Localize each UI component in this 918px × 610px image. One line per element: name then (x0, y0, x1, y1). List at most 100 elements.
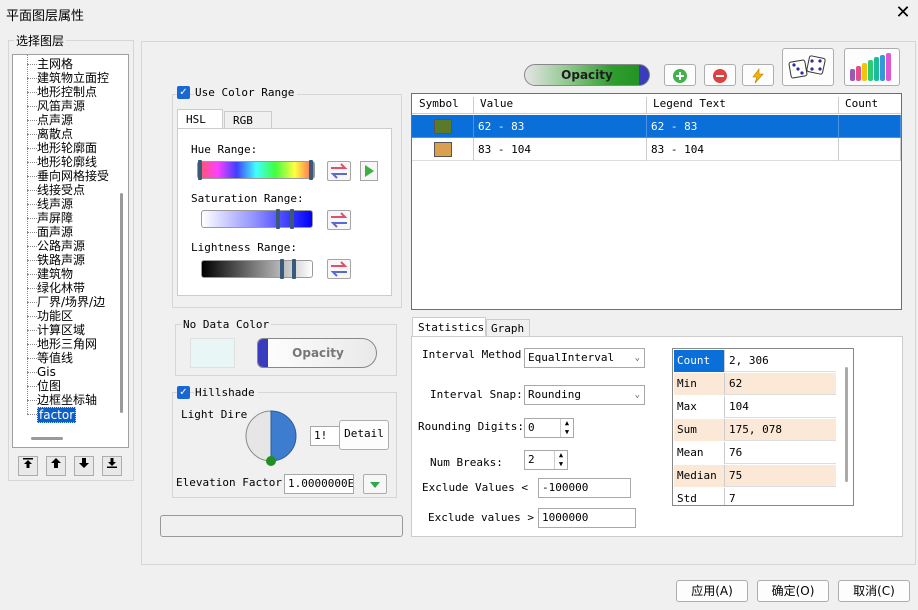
opacity-thumb[interactable] (639, 65, 649, 85)
apply-button[interactable]: 应用(A) (676, 580, 748, 602)
random-colors-button[interactable] (782, 48, 834, 86)
tab-graph[interactable]: Graph (486, 319, 530, 337)
stats-scrollbar-thumb[interactable] (845, 367, 848, 482)
cell-count[interactable] (839, 115, 901, 138)
hue-range-slider[interactable] (197, 160, 315, 180)
layer-list[interactable]: 主网格 建筑物立面控 地形控制点 风笛声源 点声源 离散点 地形轮廓面 地形轮廓线 垂向网格接受… (12, 54, 129, 448)
num-breaks-input[interactable]: 2 ▲ ▼ (524, 450, 568, 470)
exclude-values-lt-input[interactable]: -100000 (538, 478, 631, 498)
layer-item[interactable]: 厂界/场界/边 (37, 295, 105, 309)
move-down-button[interactable] (74, 456, 94, 476)
tree-connector (27, 316, 37, 317)
layer-item[interactable]: 线声源 (37, 197, 73, 211)
layer-item[interactable]: 位图 (37, 379, 61, 393)
elevation-dropdown-button[interactable] (363, 474, 387, 494)
color-ramp-button[interactable] (844, 48, 900, 86)
interval-method-label: Interval Method: (422, 348, 528, 361)
layer-item[interactable]: Gis (37, 365, 56, 379)
tab-rgb[interactable]: RGB (224, 111, 272, 129)
layer-item[interactable]: 声屏障 (37, 211, 73, 225)
add-class-button[interactable] (664, 64, 696, 86)
move-up-button[interactable] (46, 456, 66, 476)
layer-item[interactable]: 公路声源 (37, 239, 85, 253)
layer-item[interactable]: 等值线 (37, 351, 73, 365)
layer-scrollbar[interactable] (116, 55, 128, 447)
close-icon[interactable]: ✕ (892, 2, 914, 24)
layer-item[interactable]: 地形轮廓面 (37, 141, 97, 155)
ok-button[interactable]: 确定(O) (757, 580, 829, 602)
layer-item[interactable]: 线接受点 (37, 183, 85, 197)
detail-button[interactable]: Detail (339, 420, 389, 450)
layer-item[interactable]: 风笛声源 (37, 99, 85, 113)
column-value[interactable]: Value (474, 97, 647, 114)
tab-hsl[interactable]: HSL (177, 109, 223, 129)
column-symbol[interactable]: Symbol (412, 97, 474, 114)
no-data-opacity-slider[interactable]: Opacity (257, 338, 377, 368)
hue-apply-button[interactable] (360, 161, 378, 181)
rounding-digits-input[interactable]: 0 ▲ ▼ (524, 418, 574, 438)
layer-hscroll-thumb[interactable] (31, 437, 63, 440)
cell-value[interactable]: 62 - 83 (474, 115, 647, 138)
rounding-digits-spinner[interactable]: ▲ ▼ (560, 419, 573, 437)
tree-connector (27, 148, 37, 149)
num-breaks-spinner[interactable]: ▲ ▼ (554, 451, 567, 469)
move-top-button[interactable] (18, 456, 38, 476)
no-data-color-swatch[interactable] (190, 338, 235, 368)
layer-scrollbar-thumb[interactable] (120, 193, 123, 413)
lightness-max-thumb[interactable] (292, 259, 296, 279)
layer-item[interactable]: 垂向网格接受 (37, 169, 109, 183)
layer-item[interactable]: 边框坐标轴 (37, 393, 97, 407)
hillshade-checkbox[interactable]: ✓ (177, 386, 190, 399)
cell-legend[interactable]: 83 - 104 (647, 138, 839, 161)
use-color-range-checkbox[interactable]: ✓ (177, 86, 190, 99)
saturation-range-slider[interactable] (201, 209, 313, 229)
cell-symbol[interactable] (412, 115, 474, 138)
opacity-slider[interactable]: Opacity (524, 64, 650, 86)
layer-item[interactable]: factor (37, 407, 77, 423)
layer-item[interactable]: 计算区域 (37, 323, 85, 337)
layer-item[interactable]: 建筑物 (37, 267, 73, 281)
move-bottom-button[interactable] (102, 456, 122, 476)
layer-item[interactable]: 离散点 (37, 127, 73, 141)
hue-min-thumb[interactable] (198, 160, 202, 180)
layer-item[interactable]: 建筑物立面控 (37, 71, 109, 85)
hue-max-thumb[interactable] (309, 160, 313, 180)
layer-item[interactable]: 绿化林带 (37, 281, 85, 295)
lightness-range-slider[interactable] (201, 259, 313, 279)
saturation-swap-button[interactable] (327, 210, 351, 230)
hue-swap-button[interactable] (327, 161, 351, 181)
cell-symbol[interactable] (412, 138, 474, 161)
interval-method-select[interactable]: EqualInterval ⌄ (524, 348, 645, 368)
cell-value[interactable]: 83 - 104 (474, 138, 647, 161)
light-direction-dial[interactable] (244, 409, 300, 469)
layer-item[interactable]: 铁路声源 (37, 253, 85, 267)
saturation-max-thumb[interactable] (290, 209, 294, 229)
saturation-min-thumb[interactable] (276, 209, 280, 229)
tree-connector (27, 176, 37, 177)
elevation-factor-input[interactable]: 1.0000000E+ (284, 474, 354, 494)
cell-legend[interactable]: 62 - 83 (647, 115, 839, 138)
layer-item[interactable]: 地形控制点 (37, 85, 97, 99)
class-table[interactable]: Symbol Value Legend Text Count 62 - 83 62… (411, 93, 902, 310)
layer-item[interactable]: 点声源 (37, 113, 73, 127)
lightning-button[interactable] (742, 64, 774, 86)
tab-statistics[interactable]: Statistics (412, 317, 486, 337)
column-legend-text[interactable]: Legend Text (647, 97, 839, 114)
column-count[interactable]: Count (839, 97, 901, 114)
table-row[interactable]: 83 - 104 83 - 104 (412, 138, 901, 161)
exclude-values-gt-input[interactable]: 1000000 (538, 508, 636, 528)
tree-connector (27, 120, 37, 121)
table-row[interactable]: 62 - 83 62 - 83 (412, 115, 901, 138)
remove-class-button[interactable] (704, 64, 736, 86)
interval-snap-select[interactable]: Rounding ⌄ (524, 385, 645, 405)
cancel-button[interactable]: 取消(C) (838, 580, 910, 602)
layer-item[interactable]: 面声源 (37, 225, 73, 239)
layer-item[interactable]: 地形轮廓线 (37, 155, 97, 169)
lightness-min-thumb[interactable] (280, 259, 284, 279)
lightness-swap-button[interactable] (327, 259, 351, 279)
layer-item[interactable]: 地形三角网 (37, 337, 97, 351)
layer-item[interactable]: 功能区 (37, 309, 73, 323)
saturation-range-label: Saturation Range: (191, 192, 304, 205)
layer-item[interactable]: 主网格 (37, 57, 73, 71)
cell-count[interactable] (839, 138, 901, 161)
